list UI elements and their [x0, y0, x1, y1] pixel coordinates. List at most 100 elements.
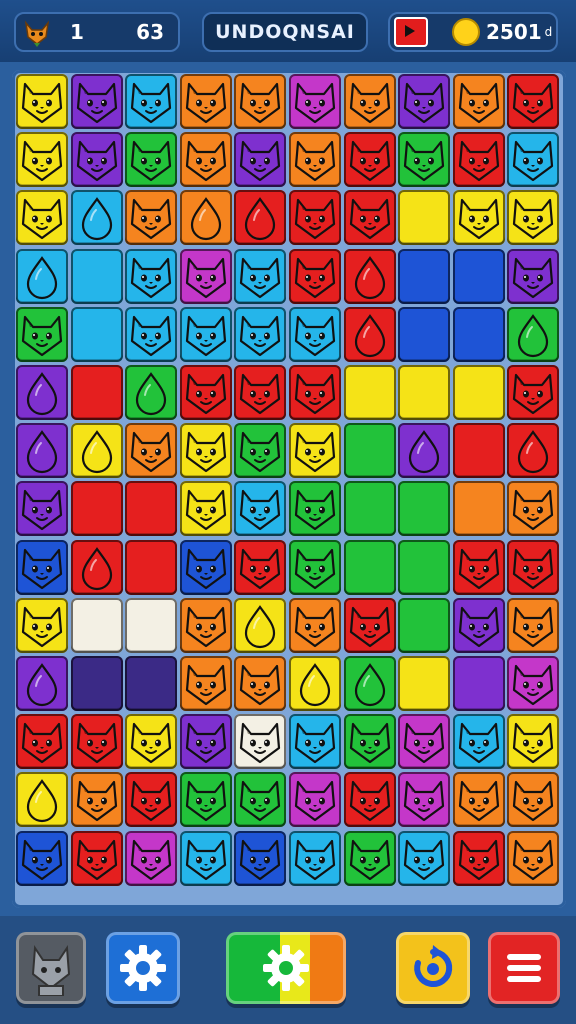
cat-tile[interactable]	[125, 306, 178, 362]
cat-tile[interactable]	[343, 132, 396, 188]
empty-tile[interactable]	[70, 597, 123, 653]
cat-tile[interactable]	[289, 714, 341, 770]
cat-tile[interactable]	[398, 74, 451, 129]
empty-tile[interactable]	[452, 423, 505, 479]
cat-tile[interactable]	[179, 365, 232, 420]
empty-tile[interactable]	[343, 365, 396, 420]
drop-tile[interactable]	[343, 656, 396, 711]
empty-tile[interactable]	[452, 656, 505, 711]
cat-tile[interactable]	[452, 597, 505, 653]
empty-tile[interactable]	[452, 365, 505, 420]
cat-tile[interactable]	[16, 481, 68, 537]
cat-tile[interactable]	[289, 539, 341, 595]
cat-tile[interactable]	[452, 132, 505, 188]
cat-tile[interactable]	[452, 830, 505, 886]
drop-tile[interactable]	[70, 423, 123, 479]
cat-tile[interactable]	[398, 772, 451, 828]
cat-tile[interactable]	[234, 539, 287, 595]
drop-tile[interactable]	[70, 190, 123, 246]
cat-tile[interactable]	[125, 714, 178, 770]
refresh-button[interactable]	[396, 932, 470, 1004]
menu-button[interactable]	[488, 932, 560, 1004]
cat-tile[interactable]	[507, 365, 560, 420]
cat-tile[interactable]	[452, 772, 505, 828]
drop-tile[interactable]	[16, 772, 68, 828]
cat-tile[interactable]	[289, 190, 341, 246]
cat-tile[interactable]	[289, 132, 341, 188]
cat-tile[interactable]	[179, 714, 232, 770]
empty-tile[interactable]	[125, 656, 178, 711]
empty-tile[interactable]	[125, 481, 178, 537]
drop-tile[interactable]	[289, 656, 341, 711]
cat-tile[interactable]	[70, 74, 123, 129]
cat-tile[interactable]	[125, 248, 178, 304]
empty-tile[interactable]	[398, 481, 451, 537]
empty-tile[interactable]	[70, 248, 123, 304]
cat-tile[interactable]	[179, 597, 232, 653]
empty-tile[interactable]	[398, 656, 451, 711]
cat-tile[interactable]	[289, 481, 341, 537]
cat-tile[interactable]	[398, 830, 451, 886]
cat-tile[interactable]	[507, 714, 560, 770]
cat-tile[interactable]	[343, 714, 396, 770]
empty-tile[interactable]	[343, 539, 396, 595]
cat-tile[interactable]	[343, 74, 396, 129]
cat-tile[interactable]	[234, 306, 287, 362]
cat-tile[interactable]	[234, 714, 287, 770]
cat-tile[interactable]	[70, 772, 123, 828]
cat-tile[interactable]	[16, 132, 68, 188]
cat-tile[interactable]	[289, 306, 341, 362]
cat-tile[interactable]	[507, 772, 560, 828]
drop-tile[interactable]	[16, 365, 68, 420]
cat-tile[interactable]	[507, 248, 560, 304]
empty-tile[interactable]	[70, 656, 123, 711]
drop-tile[interactable]	[125, 365, 178, 420]
cat-tile[interactable]	[234, 481, 287, 537]
cat-tile[interactable]	[125, 830, 178, 886]
cat-tile[interactable]	[70, 132, 123, 188]
cat-tile[interactable]	[398, 132, 451, 188]
cat-tile[interactable]	[179, 539, 232, 595]
empty-tile[interactable]	[125, 597, 178, 653]
settings-button[interactable]	[106, 932, 180, 1004]
cat-tile[interactable]	[16, 597, 68, 653]
cat-tile[interactable]	[507, 481, 560, 537]
drop-tile[interactable]	[343, 248, 396, 304]
hint-button[interactable]	[226, 932, 346, 1004]
cat-tile[interactable]	[452, 74, 505, 129]
empty-tile[interactable]	[452, 248, 505, 304]
empty-tile[interactable]	[70, 365, 123, 420]
cat-tile[interactable]	[289, 830, 341, 886]
cat-tile[interactable]	[16, 306, 68, 362]
cat-tile[interactable]	[179, 772, 232, 828]
drop-tile[interactable]	[16, 248, 68, 304]
cat-tile[interactable]	[179, 423, 232, 479]
cat-tile[interactable]	[16, 539, 68, 595]
cat-tile[interactable]	[234, 423, 287, 479]
cat-tile[interactable]	[289, 365, 341, 420]
cat-tile[interactable]	[179, 656, 232, 711]
cat-tile[interactable]	[234, 132, 287, 188]
cat-tile[interactable]	[507, 132, 560, 188]
cat-tile[interactable]	[16, 714, 68, 770]
drop-tile[interactable]	[507, 423, 560, 479]
cat-tile[interactable]	[234, 772, 287, 828]
cat-tile[interactable]	[398, 714, 451, 770]
cat-tile[interactable]	[125, 190, 178, 246]
cat-tile[interactable]	[16, 74, 68, 129]
cat-tile[interactable]	[70, 830, 123, 886]
empty-tile[interactable]	[398, 306, 451, 362]
cat-tile[interactable]	[179, 74, 232, 129]
drop-tile[interactable]	[343, 306, 396, 362]
cat-tile[interactable]	[289, 772, 341, 828]
cat-tile[interactable]	[125, 74, 178, 129]
empty-tile[interactable]	[125, 539, 178, 595]
cat-tile[interactable]	[179, 132, 232, 188]
drop-tile[interactable]	[16, 656, 68, 711]
cat-tile[interactable]	[452, 714, 505, 770]
cat-tile[interactable]	[16, 190, 68, 246]
cat-tile[interactable]	[507, 190, 560, 246]
empty-tile[interactable]	[70, 306, 123, 362]
empty-tile[interactable]	[398, 190, 451, 246]
cat-tile[interactable]	[343, 597, 396, 653]
